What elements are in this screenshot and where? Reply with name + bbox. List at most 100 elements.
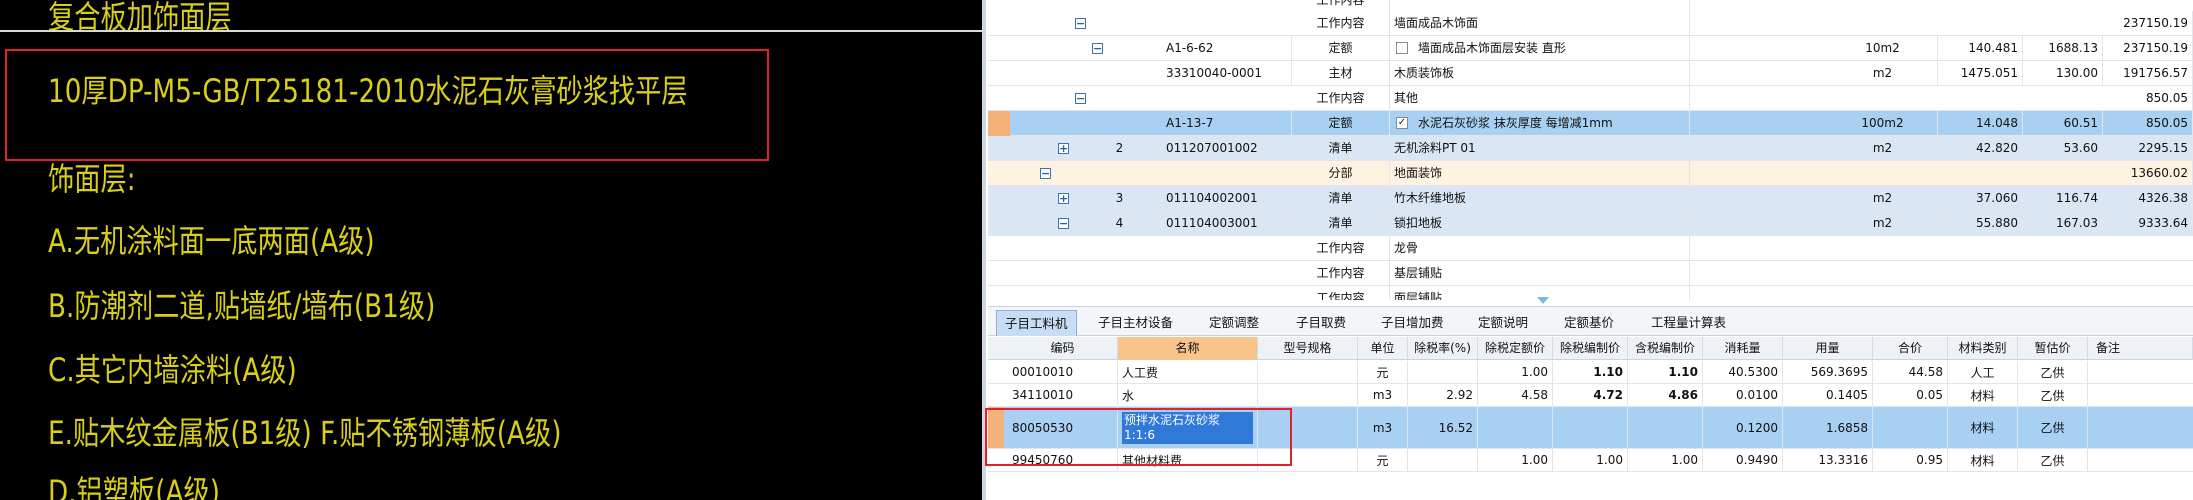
cad-item-d: D.铝塑板(A级)	[48, 473, 220, 500]
row-price: 60.51	[2023, 111, 2103, 136]
col-remark[interactable]: 备注	[2088, 337, 2193, 360]
collapse-icon[interactable]: −	[1092, 43, 1103, 54]
annotation-red-box-table	[985, 408, 1292, 466]
mat-est: 乙供	[2018, 384, 2088, 406]
mat-p1	[1478, 407, 1553, 448]
mat-sum: 0.05	[1873, 384, 1948, 406]
row-checkbox-checked[interactable]: ✓	[1396, 117, 1408, 129]
col-spec[interactable]: 型号规格	[1258, 337, 1358, 360]
col-estimate[interactable]: 暂估价	[2018, 337, 2088, 360]
expand-icon[interactable]: +	[1058, 193, 1069, 204]
grid-row[interactable]: − 工作内容 墙面成品木饰面 237150.19	[988, 11, 2193, 36]
row-type: 工作内容	[1292, 86, 1390, 111]
tab-quota-adjust[interactable]: 定额调整	[1201, 310, 1267, 336]
col-unit[interactable]: 单位	[1358, 337, 1408, 360]
row-qty: 1475.051	[1938, 61, 2023, 86]
mat-name: 水	[1118, 384, 1258, 406]
tab-base-price[interactable]: 定额基价	[1556, 310, 1622, 336]
mat-tax	[1408, 361, 1478, 383]
cad-item-e-f: E.贴木纹金属板(B1级) F.贴不锈钢薄板(A级)	[48, 414, 562, 452]
tab-fees[interactable]: 子目取费	[1288, 310, 1354, 336]
mat-est: 乙供	[2018, 449, 2088, 471]
col-quota-price[interactable]: 除税定额价	[1478, 337, 1553, 360]
expand-icon[interactable]: +	[1058, 143, 1069, 154]
mat-est: 乙供	[2018, 361, 2088, 383]
row-total: 850.05	[2103, 86, 2193, 111]
row-name: 地面装饰	[1390, 161, 1690, 186]
grid-row[interactable]: − 工作内容 其他 850.05	[988, 86, 2193, 111]
grid-row[interactable]: − 4 011104003001 清单 锁扣地板 m2 55.880 167.0…	[988, 211, 2193, 236]
materials-header: 编码 名称 型号规格 单位 除税率(%) 除税定额价 除税编制价 含税编制价 消…	[988, 337, 2193, 360]
col-name[interactable]: 名称	[1118, 337, 1258, 360]
detail-tabs: 子目工料机 子目主材设备 定额调整 子目取费 子目增加费 定额说明 定额基价 工…	[988, 306, 2193, 336]
row-unit: m2	[1828, 61, 1938, 86]
collapse-icon[interactable]: −	[1058, 218, 1069, 229]
row-name: 墙面成品木饰面	[1390, 11, 1690, 36]
mat-spec	[1258, 361, 1358, 383]
grid-row[interactable]: 工作内容 面层铺贴	[988, 286, 2193, 300]
row-number: 2	[1078, 136, 1162, 161]
mat-tax: 2.92	[1408, 384, 1478, 406]
mat-p1: 1.00	[1478, 361, 1553, 383]
mat-usage: 0.1405	[1783, 384, 1873, 406]
row-total: 237150.19	[2103, 36, 2193, 61]
row-price: 116.74	[2023, 186, 2103, 211]
row-name: 墙面成品木饰面层安装 直形	[1414, 36, 1690, 61]
col-usage[interactable]: 用量	[1783, 337, 1873, 360]
col-code[interactable]: 编码	[1008, 337, 1118, 360]
cad-title-text: 复合板加饰面层	[48, 0, 232, 36]
grid-row-selected[interactable]: A1-13-7 定额 ✓ 水泥石灰砂浆 抹灰厚度 每增减1mm 100m2 14…	[988, 111, 2193, 136]
row-code: 011104002001	[1162, 186, 1292, 211]
material-row[interactable]: 34110010 水 m3 2.92 4.58 4.72 4.86 0.0100…	[988, 384, 2193, 407]
row-total: 850.05	[2103, 111, 2193, 136]
mat-p3: 1.10	[1628, 361, 1703, 383]
tab-quota-notes[interactable]: 定额说明	[1470, 310, 1536, 336]
tab-surcharge[interactable]: 子目增加费	[1373, 310, 1452, 336]
mat-unit: m3	[1358, 384, 1408, 406]
col-edit-price[interactable]: 除税编制价	[1553, 337, 1628, 360]
mat-cat: 人工	[1948, 361, 2018, 383]
row-total: 9333.64	[2103, 211, 2193, 236]
row-code: A1-13-7	[1162, 111, 1292, 136]
grid-row[interactable]: + 3 011104002001 清单 竹木纤维地板 m2 37.060 116…	[988, 186, 2193, 211]
col-tax-edit-price[interactable]: 含税编制价	[1628, 337, 1703, 360]
mat-p2: 1.00	[1553, 449, 1628, 471]
collapse-icon[interactable]: −	[1075, 18, 1086, 29]
cad-drawing-pane[interactable]: 复合板加饰面层 10厚DP-M5-GB/T25181-2010水泥石灰膏砂浆找平…	[0, 0, 982, 500]
mat-p3	[1628, 407, 1703, 448]
row-type: 工作内容	[1292, 286, 1390, 300]
row-total: 237150.19	[2103, 11, 2193, 36]
row-unit: m2	[1828, 136, 1938, 161]
col-material-type[interactable]: 材料类别	[1948, 337, 2018, 360]
col-consumption[interactable]: 消耗量	[1703, 337, 1783, 360]
grid-row[interactable]: + 2 011207001002 清单 无机涂料PT 01 m2 42.820 …	[988, 136, 2193, 161]
row-total: 2295.15	[2103, 136, 2193, 161]
annotation-red-box	[5, 49, 769, 161]
grid-row[interactable]: 工作内容 基层铺贴	[988, 261, 2193, 286]
col-tax-rate[interactable]: 除税率(%)	[1408, 337, 1478, 360]
grid-row-section[interactable]: − 分部 地面装饰 13660.02	[988, 161, 2193, 186]
grid-row[interactable]: 工作内容 龙骨	[988, 236, 2193, 261]
grid-row[interactable]: − A1-6-62 定额 墙面成品木饰面层安装 直形 10m2 140.481 …	[988, 36, 2193, 61]
grid-row[interactable]: 33310040-0001 主材 木质装饰板 m2 1475.051 130.0…	[988, 61, 2193, 86]
row-checkbox[interactable]	[1396, 42, 1408, 54]
row-qty: 37.060	[1938, 186, 2023, 211]
row-code: A1-6-62	[1162, 36, 1292, 61]
collapse-icon[interactable]: −	[1075, 93, 1086, 104]
mat-unit: 元	[1358, 361, 1408, 383]
tab-quantity-calc[interactable]: 工程量计算表	[1643, 310, 1734, 336]
row-total: 191756.57	[2103, 61, 2193, 86]
mat-code: 34110010	[1008, 384, 1118, 406]
mat-p2	[1553, 407, 1628, 448]
mat-p1: 4.58	[1478, 384, 1553, 406]
mat-cons: 40.5300	[1703, 361, 1783, 383]
mat-cons: 0.1200	[1703, 407, 1783, 448]
row-price: 130.00	[2023, 61, 2103, 86]
splitter-arrow-icon[interactable]	[1537, 297, 1549, 304]
row-name: 龙骨	[1390, 236, 1690, 261]
material-row[interactable]: 00010010 人工费 元 1.00 1.10 1.10 40.5300 56…	[988, 361, 2193, 384]
tab-main-materials[interactable]: 子目主材设备	[1090, 310, 1181, 336]
col-subtotal[interactable]: 合价	[1873, 337, 1948, 360]
collapse-icon[interactable]: −	[1040, 168, 1051, 179]
tab-sub-materials[interactable]: 子目工料机	[996, 310, 1077, 336]
